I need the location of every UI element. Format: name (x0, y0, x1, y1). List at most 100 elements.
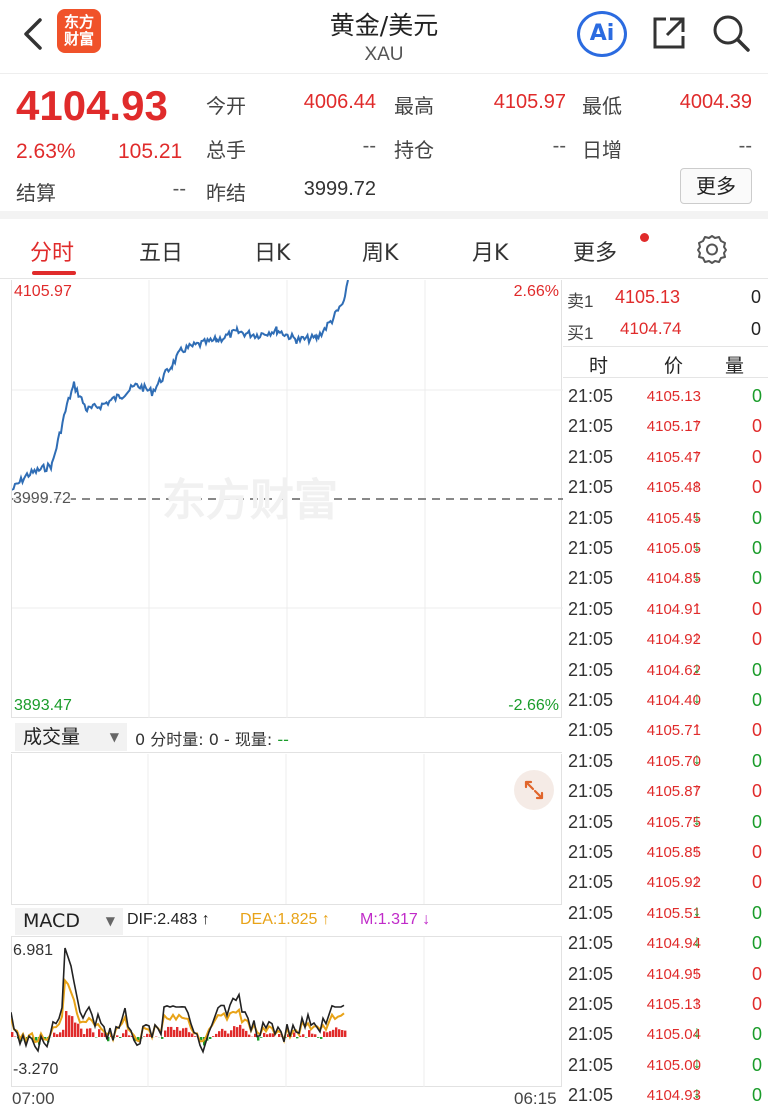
tick-arrow: ↑ (693, 598, 701, 616)
tick-arrow: ↑ (693, 477, 701, 495)
tick-qty: 0 (751, 872, 762, 893)
macd-bar (86, 1028, 89, 1037)
tick-arrow: ↓ (693, 538, 701, 555)
tick-qty: 0 (751, 629, 762, 650)
macd-bar (122, 1033, 125, 1037)
tab-more[interactable]: 更多 (573, 235, 617, 267)
macd-bar (128, 1035, 131, 1037)
chart-start-time: 07:00 (12, 1089, 55, 1108)
tick-row: 21:05 4104.40 ↓ 0 (563, 685, 768, 715)
macd-bar (98, 1029, 101, 1037)
top-bar: 东方财富 黄金/美元 XAU Ai (0, 0, 768, 74)
macd-bar (56, 1034, 59, 1037)
more-button[interactable]: 更多 (680, 168, 752, 204)
search-button[interactable] (710, 12, 752, 54)
macd-select-label: MACD (23, 910, 80, 932)
macd-bar (239, 1024, 242, 1037)
ticks-header-time: 时 (589, 355, 609, 377)
macd-bar (302, 1034, 305, 1037)
macd-chart[interactable]: 6.981 -3.270 (11, 937, 562, 1087)
indicator-select[interactable]: 成交量 ▼ (15, 723, 127, 751)
macd-bar (326, 1032, 329, 1037)
tick-arrow: ↓ (693, 750, 701, 768)
tick-arrow: ↑ (693, 872, 701, 890)
macd-bar (125, 1029, 128, 1037)
tab-monthly-k[interactable]: 月K (472, 235, 508, 267)
high-label: 最高 (394, 94, 434, 118)
macd-bar (68, 1015, 71, 1037)
macd-bar (182, 1028, 185, 1037)
tick-time: 21:05 (568, 446, 614, 467)
tab-five-day[interactable]: 五日 (139, 235, 183, 267)
buy-1-price: 4104.74 (620, 319, 682, 338)
tick-time: 21:05 (568, 416, 614, 437)
tick-time: 21:05 (568, 933, 614, 954)
tick-time: 21:05 (568, 1085, 614, 1106)
macd-select[interactable]: MACD ▼ (15, 908, 123, 935)
ai-button[interactable]: Ai (577, 11, 627, 57)
macd-bar (62, 1029, 65, 1037)
macd-bar (227, 1033, 230, 1037)
macd-bar (230, 1030, 233, 1037)
expand-icon (524, 780, 544, 800)
tab-weekly-k[interactable]: 周K (362, 235, 398, 267)
low-label: 最低 (582, 94, 622, 118)
tick-row: 21:05 4105.17 ↑ 0 (563, 411, 768, 441)
macd-bar (311, 1033, 314, 1037)
tick-arrow: ↑ (693, 781, 701, 799)
tick-row: 21:05 4104.85 ↓ 0 (563, 563, 768, 593)
macd-max: 6.981 (13, 942, 54, 959)
prev-settle-label: 昨结 (206, 181, 246, 205)
macd-bar (185, 1027, 188, 1037)
active-tab-indicator (32, 271, 76, 275)
macd-bar (233, 1026, 236, 1037)
tick-row: 21:05 4104.93 ↓ 0 (563, 1080, 768, 1110)
macd-bar (116, 1035, 119, 1037)
macd-bar (170, 1026, 173, 1037)
chart-bottom-percent: -2.66% (508, 697, 559, 714)
macd-bar (164, 1030, 167, 1037)
macd-bar (146, 1033, 149, 1037)
ticks-header-qty: 量 (725, 355, 745, 377)
buy-1-row: 买1 4104.74 0 (563, 314, 768, 344)
macd-bar (242, 1028, 245, 1037)
volume-value: -- (362, 135, 376, 157)
macd-bar (257, 1037, 260, 1041)
tab-daily-k[interactable]: 日K (254, 235, 290, 267)
tick-arrow: ↑ (693, 994, 701, 1011)
period-tabs: 分时 五日 日K 周K 月K 更多 (0, 219, 768, 279)
macd-bar (218, 1031, 221, 1037)
tick-arrow: ↑ (693, 842, 701, 859)
share-button[interactable] (650, 14, 688, 52)
tick-row: 21:05 4105.13 0 (563, 381, 768, 411)
tick-row: 21:05 4104.92 ↑ 0 (563, 624, 768, 654)
expand-button[interactable] (514, 770, 554, 810)
intraday-chart[interactable]: 东方财富 4105.97 2.66% 3999.72 3893.47 -2.66… (11, 280, 563, 718)
tick-arrow: ↓ (693, 1024, 701, 1042)
chart-top-price: 4105.97 (14, 283, 72, 300)
tab-intraday[interactable]: 分时 (30, 235, 74, 267)
tick-time: 21:05 (568, 1054, 614, 1075)
tick-qty: 0 (751, 507, 762, 528)
macd-bar (191, 1033, 194, 1037)
macd-bar (224, 1030, 227, 1037)
settings-button[interactable] (696, 233, 728, 265)
buy-1-qty: 0 (750, 319, 761, 339)
macd-bar (263, 1032, 266, 1037)
macd-bar (248, 1034, 251, 1037)
tick-arrow: ↑ (693, 963, 701, 981)
open-label: 今开 (206, 94, 246, 118)
macd-bar (188, 1032, 191, 1037)
macd-bar (344, 1030, 347, 1037)
macd-chart-svg (11, 937, 425, 1087)
tick-row: 21:05 4105.48 ↑ 0 (563, 472, 768, 502)
position-label: 持仓 (394, 138, 434, 162)
macd-bar (161, 1037, 164, 1039)
macd-bar (308, 1030, 311, 1037)
macd-bar (260, 1037, 263, 1038)
tick-row: 21:05 4105.87 ↑ 0 (563, 776, 768, 806)
volume-chart[interactable] (11, 754, 562, 904)
price-chart-svg: 东方财富 (12, 280, 563, 718)
tick-row: 21:05 4104.95 ↑ 0 (563, 959, 768, 989)
tick-qty: 0 (751, 994, 762, 1014)
